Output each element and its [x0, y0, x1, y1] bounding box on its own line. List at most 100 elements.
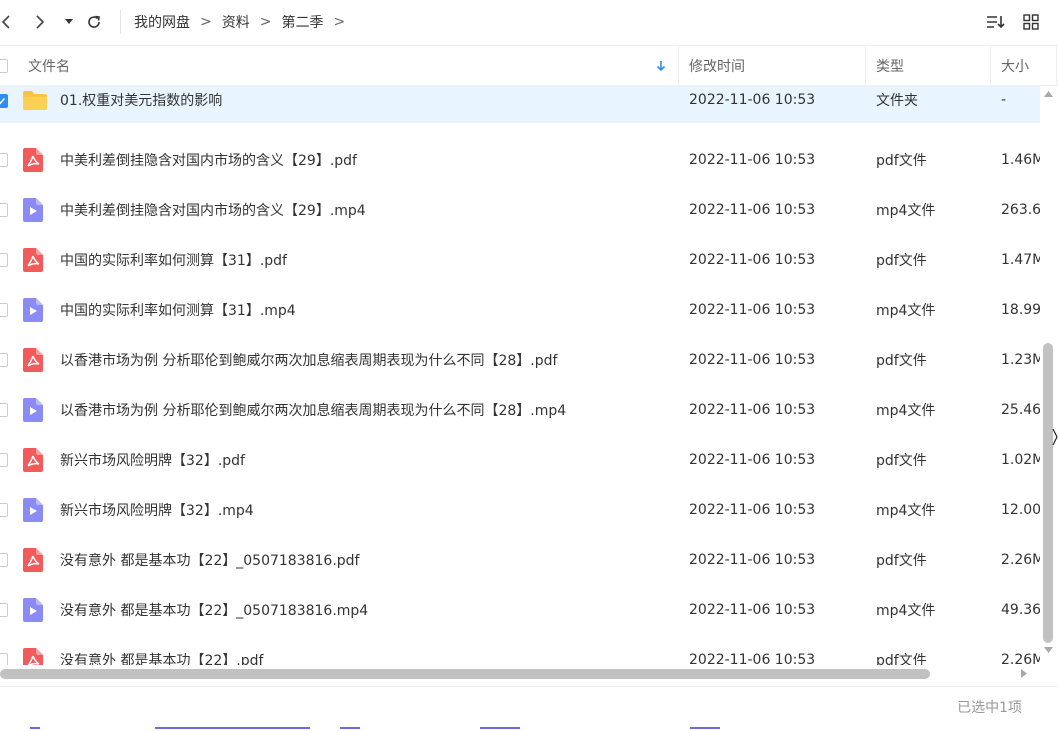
video-file-icon [23, 198, 45, 222]
file-row[interactable]: 没有意外 都是基本功【22】.pdf 2022-11-06 10:53 pdf文件 2… [0, 635, 1040, 665]
pdf-file-icon [23, 348, 45, 372]
column-divider[interactable] [678, 46, 679, 85]
vertical-scrollbar[interactable] [1040, 85, 1058, 665]
folder-icon [22, 89, 47, 113]
file-name[interactable]: 中美利差倒挂隐含对国内市场的含义【29】.mp4 [60, 185, 366, 235]
file-name[interactable]: 中美利差倒挂隐含对国内市场的含义【29】.pdf [60, 135, 357, 185]
file-modified-time: 2022-11-06 10:53 [689, 302, 816, 318]
scroll-up-icon [1044, 91, 1053, 97]
pdf-file-icon [23, 148, 45, 172]
file-name[interactable]: 没有意外 都是基本功【22】_0507183816.pdf [60, 535, 360, 585]
file-name[interactable]: 新兴市场风险明牌【32】.mp4 [60, 485, 254, 535]
breadcrumb: 我的网盘 > 资料 > 第二季 > [134, 0, 355, 44]
breadcrumb-item-root[interactable]: 我的网盘 [134, 12, 190, 32]
file-row[interactable]: 新兴市场风险明牌【32】.mp4 2022-11-06 10:53 mp4文件 12.… [0, 485, 1040, 535]
file-size: 1.47M [1001, 252, 1040, 268]
file-size: 1.23M [1001, 352, 1040, 368]
select-all-checkbox[interactable] [0, 59, 8, 73]
row-checkbox[interactable] [0, 303, 8, 317]
file-type: pdf文件 [876, 153, 927, 169]
file-row[interactable]: 新兴市场风险明牌【32】.pdf 2022-11-06 10:53 pdf文件 1.0… [0, 435, 1040, 485]
file-row[interactable]: 没有意外 都是基本功【22】_0507183816.mp4 2022-11-06 … [0, 585, 1040, 635]
row-checkbox[interactable] [0, 653, 8, 665]
row-checkbox[interactable] [0, 403, 8, 417]
column-name[interactable]: 文件名 [28, 46, 70, 85]
row-checkbox[interactable] [0, 503, 8, 517]
file-modified-time: 2022-11-06 10:53 [689, 402, 816, 418]
column-time[interactable]: 修改时间 [689, 46, 745, 85]
row-checkbox[interactable] [0, 153, 8, 167]
file-row[interactable]: 01.权重对美元指数的影响 2022-11-06 10:53 文件夹 - [0, 85, 1040, 123]
file-name[interactable]: 中国的实际利率如何测算【31】.mp4 [60, 285, 296, 335]
history-dropdown-icon[interactable] [62, 8, 76, 36]
file-row[interactable]: 中美利差倒挂隐含对国内市场的含义【29】.pdf 2022-11-06 10:53… [0, 135, 1040, 185]
column-size[interactable]: 大小 [1001, 46, 1029, 85]
column-divider[interactable] [990, 46, 991, 85]
refresh-icon[interactable] [84, 8, 104, 36]
column-divider[interactable] [1056, 46, 1057, 85]
row-checkbox[interactable] [0, 253, 8, 267]
file-type: pdf文件 [876, 353, 927, 369]
file-size: 12.00 [1001, 502, 1040, 518]
video-file-icon [23, 398, 45, 422]
file-name[interactable]: 没有意外 都是基本功【22】.pdf [60, 635, 263, 665]
row-checkbox[interactable] [0, 94, 8, 108]
row-checkbox[interactable] [0, 353, 8, 367]
file-modified-time: 2022-11-06 10:53 [689, 452, 816, 468]
sort-icon[interactable] [984, 10, 1008, 34]
row-checkbox[interactable] [0, 203, 8, 217]
file-size: - [1001, 92, 1007, 108]
row-checkbox[interactable] [0, 603, 8, 617]
file-row[interactable]: 中国的实际利率如何测算【31】.pdf 2022-11-06 10:53 pdf文件… [0, 235, 1040, 285]
file-name[interactable]: 以香港市场为例 分析耶伦到鲍威尔两次加息缩表周期表现为什么不同【28】.pdf [60, 335, 557, 385]
file-name[interactable]: 中国的实际利率如何测算【31】.pdf [60, 235, 287, 285]
file-type: mp4文件 [876, 303, 936, 319]
file-size: 263.6 [1001, 202, 1040, 218]
video-file-icon [23, 298, 45, 322]
file-modified-time: 2022-11-06 10:53 [689, 202, 816, 218]
file-type: pdf文件 [876, 453, 927, 469]
file-size: 1.02M [1001, 452, 1040, 468]
horizontal-scrollbar[interactable] [0, 666, 1040, 682]
sort-desc-icon[interactable] [656, 46, 666, 85]
column-type[interactable]: 类型 [876, 46, 904, 85]
file-name[interactable]: 01.权重对美元指数的影响 [60, 85, 222, 125]
breadcrumb-separator: > [200, 14, 212, 30]
file-row[interactable]: 以香港市场为例 分析耶伦到鲍威尔两次加息缩表周期表现为什么不同【28】.pdf 2… [0, 335, 1040, 385]
row-checkbox[interactable] [0, 553, 8, 567]
file-size: 1.46M [1001, 152, 1040, 168]
forward-icon[interactable] [30, 8, 50, 36]
video-file-icon [23, 498, 45, 522]
row-checkbox[interactable] [0, 453, 8, 467]
selection-count: 已选中1项 [957, 700, 1022, 716]
file-name[interactable]: 新兴市场风险明牌【32】.pdf [60, 435, 245, 485]
file-modified-time: 2022-11-06 10:53 [689, 352, 816, 368]
video-file-icon [23, 598, 45, 622]
file-type: pdf文件 [876, 253, 927, 269]
file-row[interactable]: 中国的实际利率如何测算【31】.mp4 2022-11-06 10:53 mp4文件… [0, 285, 1040, 335]
file-modified-time: 2022-11-06 10:53 [689, 92, 816, 108]
file-type: pdf文件 [876, 553, 927, 569]
file-type: mp4文件 [876, 603, 936, 619]
file-type: 文件夹 [876, 93, 918, 109]
file-type: mp4文件 [876, 503, 936, 519]
scroll-down-icon [1044, 647, 1053, 653]
file-list: 01.权重对美元指数的影响 2022-11-06 10:53 文件夹 - 中美利差倒挂隐… [0, 85, 1040, 665]
file-size: 18.99 [1001, 302, 1040, 318]
resize-cursor-icon [1052, 428, 1058, 446]
file-row[interactable]: 以香港市场为例 分析耶伦到鲍威尔两次加息缩表周期表现为什么不同【28】.mp4 2… [0, 385, 1040, 435]
file-name[interactable]: 以香港市场为例 分析耶伦到鲍威尔两次加息缩表周期表现为什么不同【28】.mp4 [60, 385, 566, 435]
file-row[interactable]: 没有意外 都是基本功【22】_0507183816.pdf 2022-11-06 … [0, 535, 1040, 585]
file-type: mp4文件 [876, 403, 936, 419]
breadcrumb-item-season2[interactable]: 第二季 [281, 12, 323, 32]
file-type: mp4文件 [876, 203, 936, 219]
file-name[interactable]: 没有意外 都是基本功【22】_0507183816.mp4 [60, 585, 368, 635]
breadcrumb-item-resources[interactable]: 资料 [222, 12, 250, 32]
grid-view-icon[interactable] [1020, 10, 1042, 34]
file-row[interactable]: 中美利差倒挂隐含对国内市场的含义【29】.mp4 2022-11-06 10:53… [0, 185, 1040, 235]
horizontal-scroll-thumb[interactable] [0, 669, 930, 679]
column-divider[interactable] [865, 46, 866, 85]
vertical-scroll-thumb[interactable] [1043, 343, 1053, 643]
breadcrumb-separator: > [259, 14, 272, 30]
back-icon[interactable] [0, 8, 16, 36]
